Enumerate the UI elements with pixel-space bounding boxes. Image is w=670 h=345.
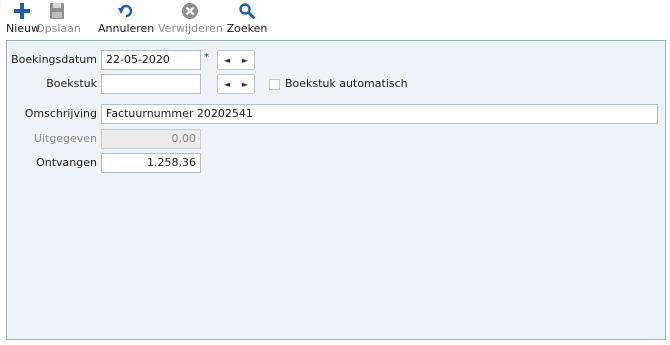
boekstuk-automatisch-checkbox[interactable] [269, 79, 280, 90]
new-button[interactable]: Nieuw [6, 2, 41, 38]
uitgegeven-label: Uitgegeven [33, 132, 97, 145]
search-button[interactable]: Zoeken [226, 2, 268, 38]
boekingsdatum-nav: ◄ ► [217, 50, 255, 70]
next-boekstuk-button[interactable]: ► [236, 75, 254, 93]
magnifier-icon [239, 3, 255, 19]
boekstuk-input[interactable] [101, 74, 201, 94]
uitgegeven-input: 0,00 [101, 129, 201, 149]
boekstuk-automatisch-label: Boekstuk automatisch [285, 77, 408, 90]
circle-x-icon [182, 3, 198, 19]
floppy-disk-icon [50, 3, 64, 19]
boekingsdatum-label: Boekingsdatum [11, 53, 97, 66]
delete-button-label: Verwijderen [158, 22, 223, 35]
delete-button[interactable]: Verwijderen [158, 2, 223, 38]
ontvangen-input[interactable]: 1.258,36 [101, 153, 201, 173]
save-button[interactable]: Opslaan [36, 2, 81, 38]
prev-boekstuk-button[interactable]: ◄ [218, 75, 236, 93]
boekstuk-nav: ◄ ► [217, 74, 255, 94]
omschrijving-label: Omschrijving [24, 107, 97, 120]
cancel-button-label: Annuleren [98, 22, 155, 35]
required-marker: * [204, 52, 209, 63]
form-panel: Boekingsdatum 22-05-2020 * ◄ ► Boekstuk … [6, 40, 666, 340]
new-button-label: Nieuw [6, 22, 41, 35]
ontvangen-label: Ontvangen [36, 156, 97, 169]
plus-icon [14, 3, 30, 19]
search-button-label: Zoeken [226, 22, 268, 35]
boekingsdatum-input[interactable]: 22-05-2020 [101, 50, 201, 70]
save-button-label: Opslaan [36, 22, 81, 35]
next-date-button[interactable]: ► [236, 51, 254, 69]
omschrijving-input[interactable]: Factuurnummer 20202541 [101, 104, 658, 124]
undo-icon [118, 4, 133, 18]
boekstuk-label: Boekstuk [46, 77, 97, 90]
toolbar: Nieuw Opslaan Annuleren Verwijderen Zoek… [0, 0, 670, 40]
cancel-button[interactable]: Annuleren [98, 2, 154, 38]
prev-date-button[interactable]: ◄ [218, 51, 236, 69]
